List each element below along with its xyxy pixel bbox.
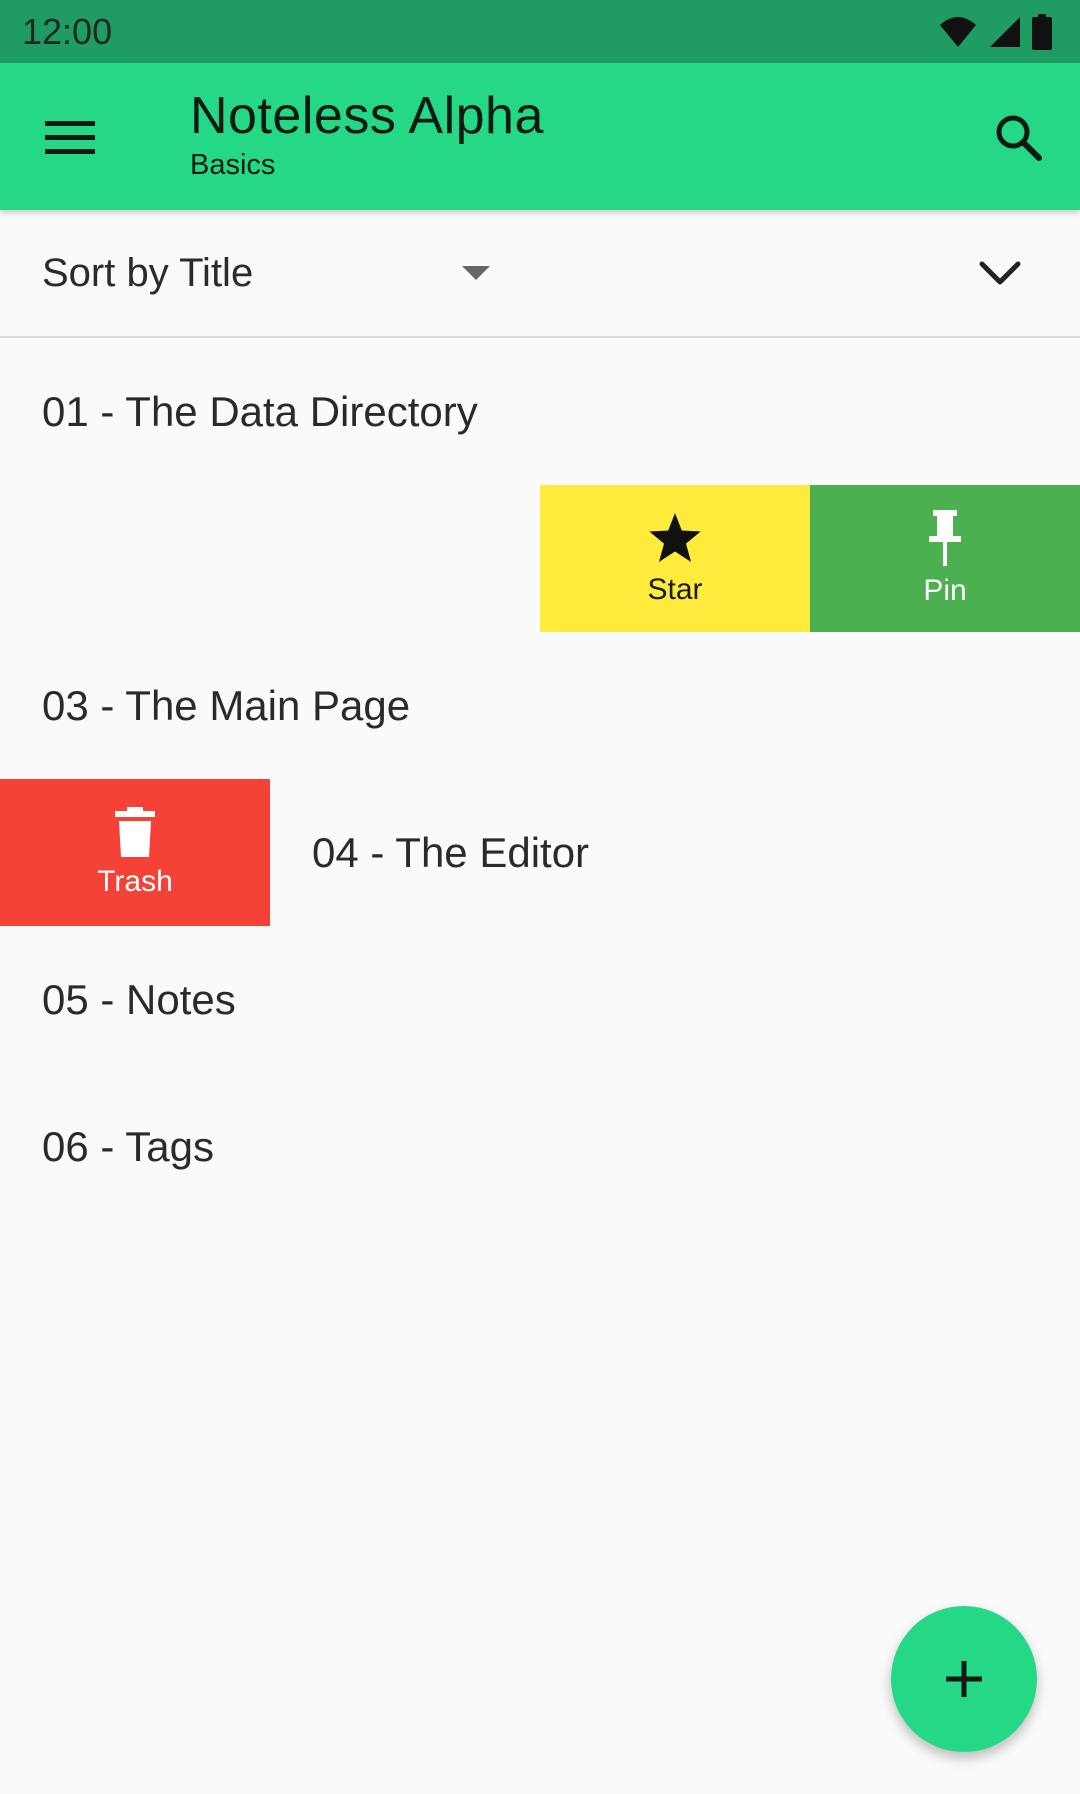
app-bar: Noteless Alpha Basics xyxy=(0,63,1080,210)
list-item[interactable]: Trash 04 - The Editor xyxy=(0,779,1080,926)
note-title: 03 - The Main Page xyxy=(42,681,411,729)
status-time: 12:00 xyxy=(22,10,113,52)
note-title: 04 - The Editor xyxy=(312,828,590,876)
trash-action-button[interactable]: Trash xyxy=(0,779,270,926)
pin-action-label: Pin xyxy=(923,573,967,607)
app-title: Noteless Alpha xyxy=(190,87,544,145)
chevron-down-icon xyxy=(979,261,1021,285)
sort-row: Sort by Title xyxy=(0,210,1080,338)
list-item[interactable]: 05 - Notes xyxy=(0,926,1080,1073)
list-item[interactable]: 01 - The Data Directory xyxy=(0,338,1080,485)
trash-action-label: Trash xyxy=(97,864,173,898)
app-subtitle: Basics xyxy=(190,149,276,182)
add-note-button[interactable] xyxy=(891,1606,1037,1752)
title-block: Noteless Alpha Basics xyxy=(190,87,544,182)
star-action-label: Star xyxy=(647,572,703,606)
trash-icon xyxy=(115,806,155,857)
sort-dropdown-label: Sort by Title xyxy=(42,250,254,295)
list-item[interactable]: 03 - The Main Page xyxy=(0,632,1080,779)
menu-button[interactable] xyxy=(40,107,100,167)
note-title: 06 - Tags xyxy=(42,1122,214,1170)
pin-icon xyxy=(929,509,961,566)
sort-dropdown[interactable]: Sort by Title xyxy=(42,210,512,336)
note-title: 05 - Notes xyxy=(42,975,236,1023)
signal-icon xyxy=(990,16,1020,47)
list-item[interactable]: 06 - Tags xyxy=(0,1073,1080,1220)
star-action-button[interactable]: Star xyxy=(540,485,810,632)
star-icon xyxy=(649,512,701,562)
search-icon xyxy=(996,115,1042,161)
sort-direction-button[interactable] xyxy=(970,243,1030,303)
plus-icon xyxy=(946,1661,982,1697)
search-button[interactable] xyxy=(986,105,1050,169)
status-icons xyxy=(938,13,1052,50)
list-item[interactable]: Star Pin xyxy=(0,485,1080,632)
wifi-icon xyxy=(940,16,976,47)
status-bar: 12:00 xyxy=(0,0,1080,63)
pin-action-button[interactable]: Pin xyxy=(810,485,1080,632)
hamburger-menu-icon xyxy=(45,121,95,154)
dropdown-arrow-icon xyxy=(462,266,490,280)
note-title: 01 - The Data Directory xyxy=(42,387,478,435)
battery-icon xyxy=(1032,13,1052,50)
